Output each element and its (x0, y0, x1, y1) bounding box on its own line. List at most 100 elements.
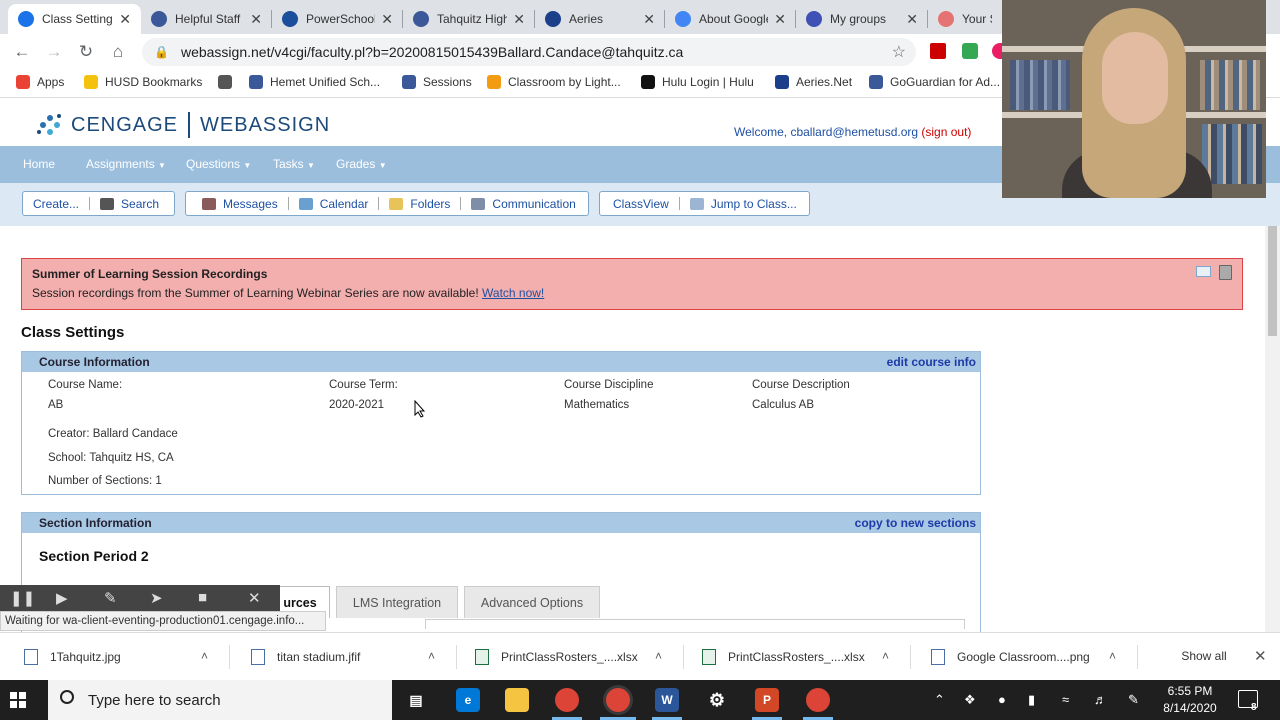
trash-icon[interactable] (1219, 265, 1232, 280)
bookmark-item[interactable]: Apps (16, 75, 64, 89)
address-bar[interactable]: 🔒 webassign.net/v4cgi/faculty.pl?b=20200… (142, 38, 916, 66)
taskbar-search[interactable]: Type here to search (48, 680, 392, 720)
windows-start-icon[interactable] (10, 692, 26, 708)
download-item[interactable]: 1Tahquitz.jpg (24, 643, 121, 671)
extension-icon[interactable] (962, 43, 978, 59)
browser-tab[interactable]: Class Settings ✕ (8, 4, 141, 34)
url-text: webassign.net/v4cgi/faculty.pl?b=2020081… (180, 44, 684, 60)
settings-icon[interactable]: ⚙ (705, 688, 729, 712)
bookmark-item[interactable]: Aeries.Net (775, 75, 852, 89)
tab-title: About Google (699, 12, 769, 26)
pointer-icon[interactable]: ➤ (150, 589, 163, 607)
bookmark-item[interactable]: Sessions (402, 75, 472, 89)
edit-course-info-link[interactable]: edit course info (887, 355, 976, 369)
bookmark-item[interactable]: Hemet Unified Sch... (249, 75, 380, 89)
chrome-active-icon[interactable] (606, 688, 630, 712)
calendar-button[interactable]: Calendar (289, 197, 379, 211)
copy-to-new-sections-link[interactable]: copy to new sections (855, 516, 976, 530)
browser-tab[interactable]: Helpful Staff ✕ (141, 4, 272, 34)
close-tab-icon[interactable]: ✕ (513, 11, 525, 28)
home-icon[interactable]: ⌂ (106, 40, 130, 64)
chevron-up-icon[interactable]: ˄ (1109, 649, 1116, 663)
groups-icon (806, 11, 822, 27)
battery-icon[interactable]: ▮ (1028, 692, 1035, 708)
nav-grades[interactable]: Grades ▼ (336, 157, 387, 171)
create-button[interactable]: Create... (23, 197, 89, 211)
forward-icon[interactable]: → (42, 40, 66, 64)
classview-button[interactable]: ClassView (600, 197, 679, 211)
bookmark-star-icon[interactable]: ☆ (892, 42, 906, 62)
course-discipline-label: Course Discipline (564, 379, 654, 391)
mail-icon[interactable] (1196, 266, 1211, 277)
nav-home[interactable]: Home (23, 157, 55, 171)
nav-assignments[interactable]: Assignments ▼ (86, 157, 166, 171)
close-tab-icon[interactable]: ✕ (774, 11, 786, 28)
folders-button[interactable]: Folders (379, 197, 460, 211)
chevron-up-icon[interactable]: ˄ (201, 649, 208, 663)
chrome-icon[interactable] (555, 688, 579, 712)
bookmark-item[interactable]: GoGuardian for Ad... (869, 75, 1000, 89)
search-button[interactable]: Search (90, 197, 169, 211)
tab-advanced-options[interactable]: Advanced Options (464, 586, 600, 618)
download-item[interactable]: titan stadium.jfif (251, 643, 360, 671)
bookmark-item[interactable]: HUSD Bookmarks (84, 75, 202, 89)
jump-to-class-button[interactable]: Jump to Class... (680, 197, 807, 211)
reload-icon[interactable]: ↻ (74, 40, 98, 64)
browser-tab[interactable]: Your Scr (928, 4, 1002, 34)
chevron-up-icon[interactable]: ˄ (428, 649, 435, 663)
play-icon[interactable]: ▶ (56, 589, 68, 607)
dropbox-icon[interactable]: ❖ (964, 692, 976, 708)
bookmark-item[interactable]: Classroom by Light... (487, 75, 621, 89)
close-tab-icon[interactable]: ✕ (643, 11, 655, 28)
pause-icon[interactable]: ❚❚ (10, 589, 35, 607)
browser-tab[interactable]: About Google ✕ (665, 4, 796, 34)
close-tab-icon[interactable]: ✕ (250, 11, 262, 28)
browser-tab[interactable]: My groups ✕ (796, 4, 928, 34)
close-tab-icon[interactable]: ✕ (381, 11, 393, 28)
close-downloads-icon[interactable]: ✕ (1254, 647, 1267, 665)
nav-tasks[interactable]: Tasks ▼ (273, 157, 315, 171)
download-item[interactable]: Google Classroom....png (931, 643, 1090, 671)
camera-icon[interactable]: ■ (198, 589, 207, 606)
browser-tab[interactable]: PowerSchool ✕ (272, 4, 403, 34)
tray-chevron-icon[interactable]: ⌃ (934, 692, 945, 708)
browser-tab[interactable]: Tahquitz High ✕ (403, 4, 535, 34)
edge-icon[interactable]: e (456, 688, 480, 712)
task-view-icon[interactable]: ▤ (404, 688, 428, 712)
watch-now-link[interactable]: Watch now! (482, 286, 544, 300)
scrollbar-thumb[interactable] (1268, 226, 1277, 336)
close-tab-icon[interactable]: ✕ (119, 11, 131, 28)
powerpoint-icon[interactable]: P (755, 688, 779, 712)
taskbar-clock[interactable]: 6:55 PM 8/14/2020 (1160, 683, 1220, 717)
back-icon[interactable]: ← (10, 40, 34, 64)
bookmark-item[interactable]: Hulu Login | Hulu (641, 75, 754, 89)
course-name-label: Course Name: (48, 379, 123, 391)
download-item[interactable]: PrintClassRosters_....xlsx (475, 643, 638, 671)
bookmark-item[interactable] (218, 75, 239, 89)
communication-button[interactable]: Communication (461, 197, 585, 211)
pen-tray-icon[interactable]: ✎ (1128, 692, 1139, 708)
download-item[interactable]: PrintClassRosters_....xlsx (702, 643, 865, 671)
browser-tab[interactable]: Aeries ✕ (535, 4, 665, 34)
adobe-extension-icon[interactable] (930, 43, 946, 59)
file-explorer-icon[interactable] (505, 688, 529, 712)
pen-icon[interactable]: ✎ (104, 589, 117, 607)
cengage-webassign-logo[interactable]: CENGAGE WEBASSIGN (35, 110, 330, 140)
messages-button[interactable]: Messages (186, 197, 288, 211)
nav-questions[interactable]: Questions ▼ (186, 157, 251, 171)
vertical-scrollbar[interactable] (1265, 226, 1280, 632)
word-icon[interactable]: W (655, 688, 679, 712)
microphone-icon[interactable]: ● (998, 692, 1006, 707)
chevron-up-icon[interactable]: ˄ (882, 649, 889, 663)
show-all-downloads-button[interactable]: Show all (1168, 641, 1240, 671)
wifi-icon[interactable]: ≈ (1062, 692, 1069, 707)
close-icon[interactable]: ✕ (248, 589, 261, 607)
close-tab-icon[interactable]: ✕ (906, 11, 918, 28)
tab-lms-integration[interactable]: LMS Integration (336, 586, 458, 618)
bookmark-label: HUSD Bookmarks (105, 75, 203, 89)
extension-icon[interactable] (992, 43, 1002, 59)
chevron-up-icon[interactable]: ˄ (655, 649, 662, 663)
volume-icon[interactable]: ♬ (1094, 692, 1107, 707)
chrome-profile-icon[interactable] (806, 688, 830, 712)
sign-out-link[interactable]: (sign out) (921, 125, 971, 139)
